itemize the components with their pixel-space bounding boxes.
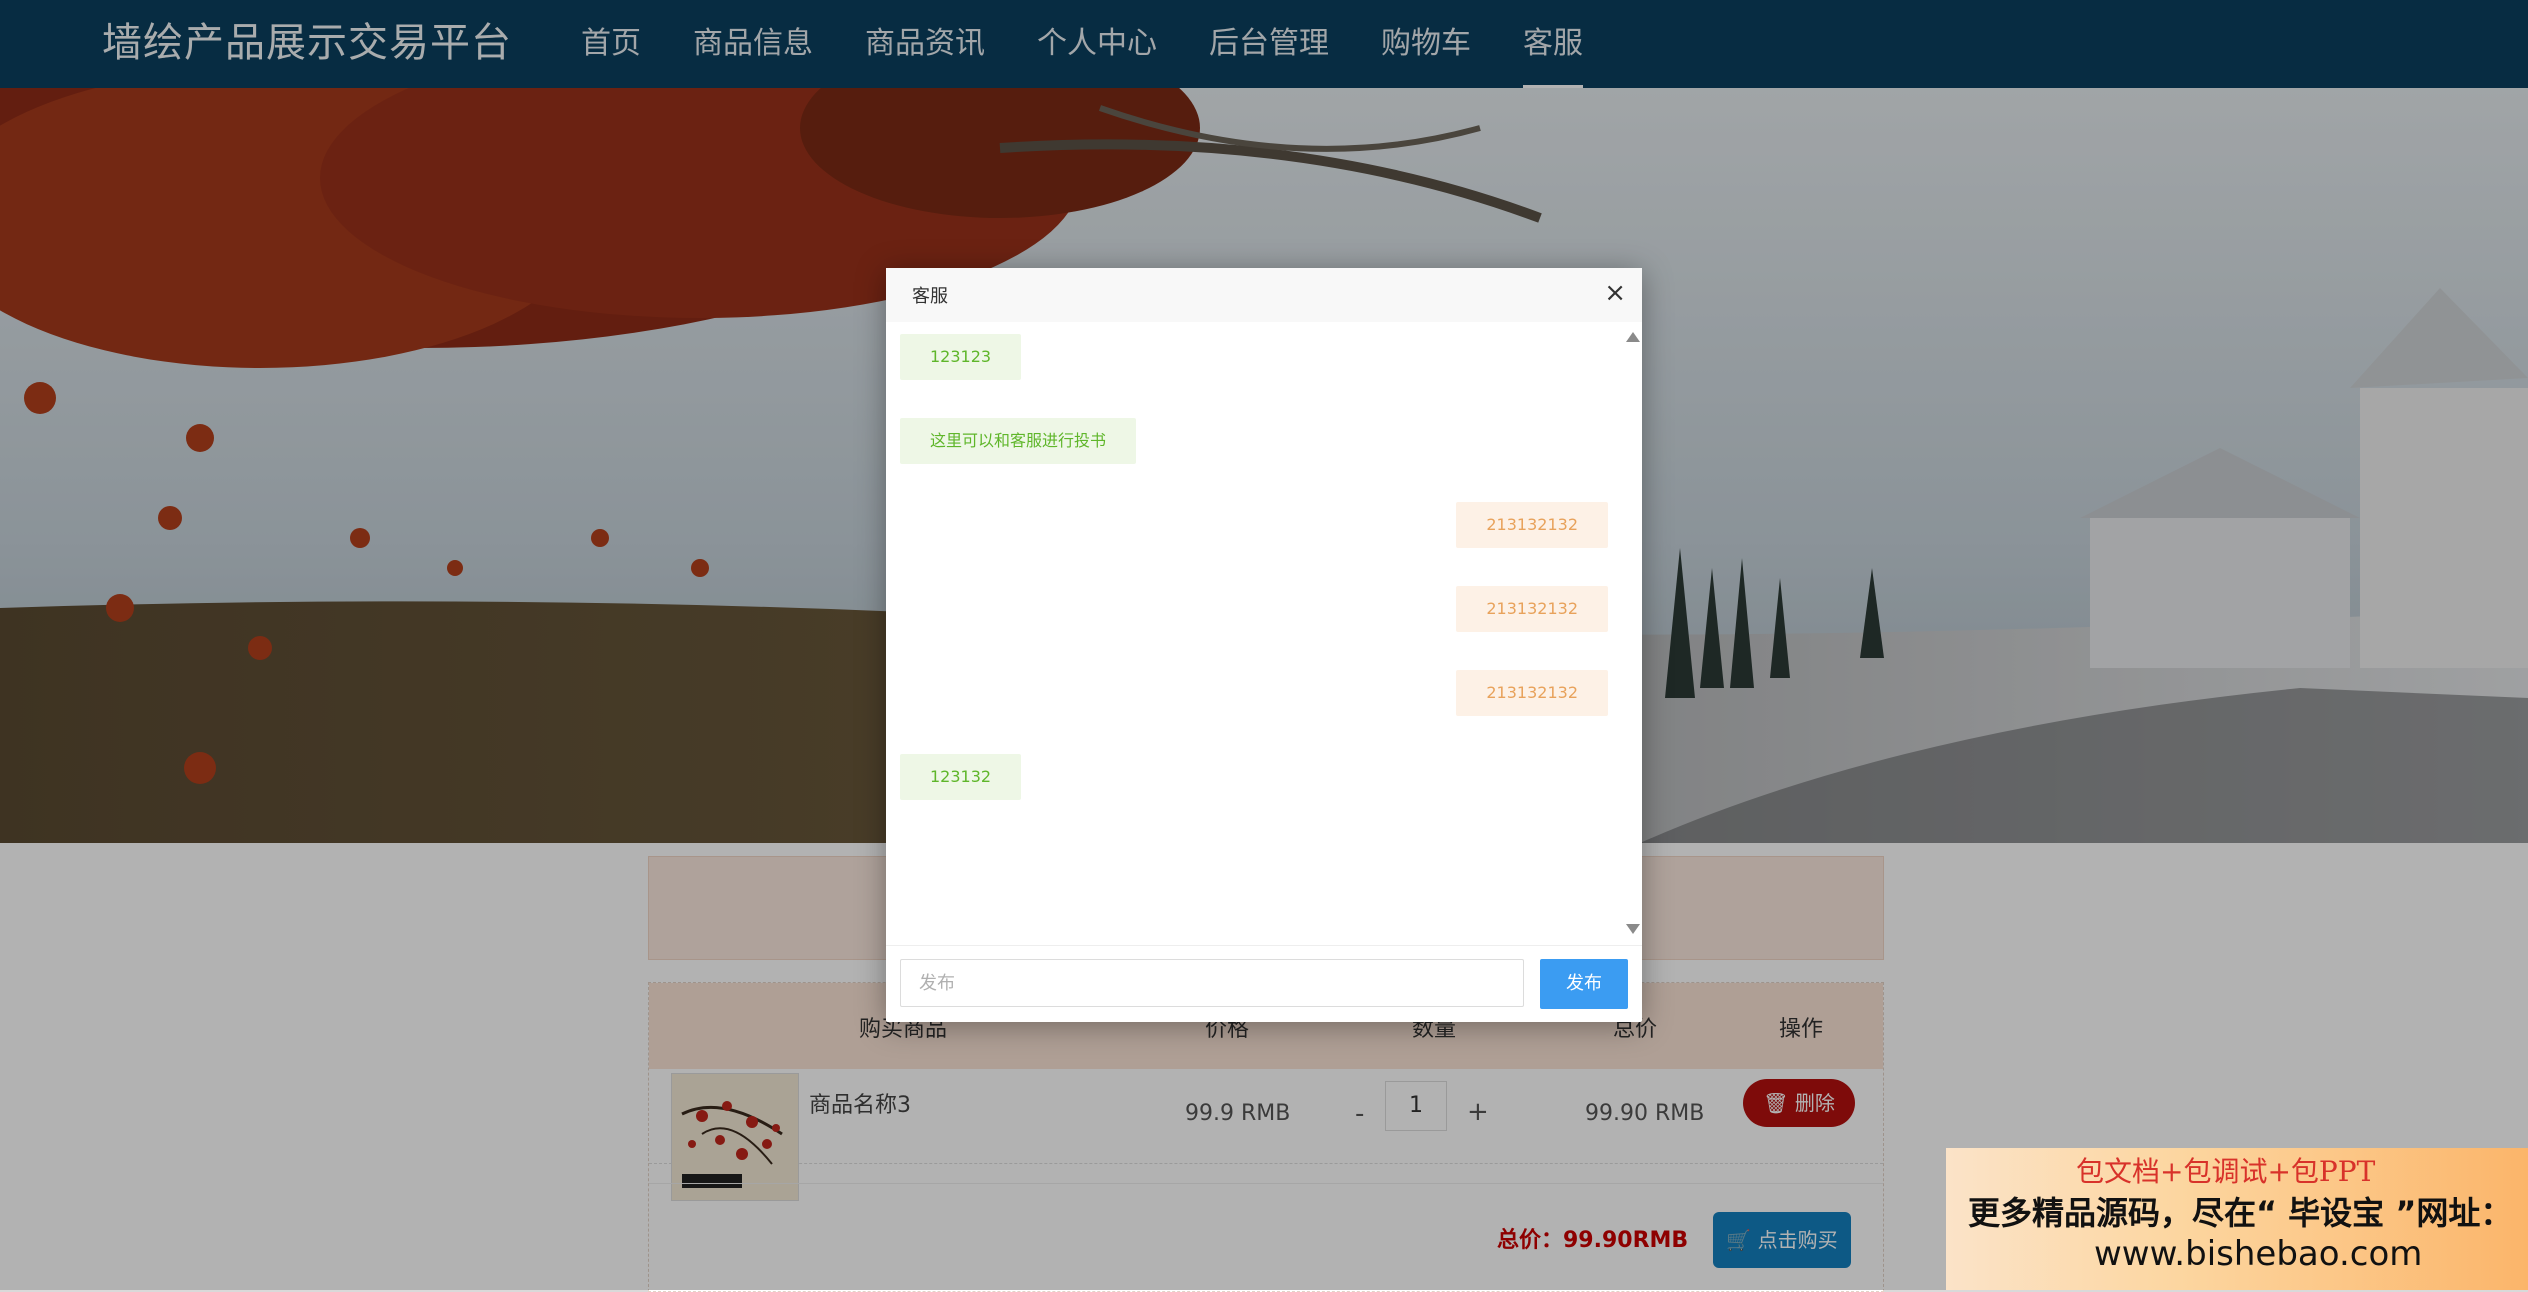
dialog-footer: 发布: [886, 945, 1642, 1023]
customer-service-dialog: 客服 × 123123 这里可以和客服进行投书 213132132 213132…: [886, 268, 1642, 1022]
scroll-up-arrow-icon[interactable]: [1626, 332, 1640, 342]
ad-line-1: 包文档+包调试+包PPT: [2076, 1155, 2376, 1188]
chat-message-list[interactable]: 123123 这里可以和客服进行投书 213132132 213132132 2…: [886, 322, 1642, 944]
chat-message-right: 213132132: [1456, 502, 1608, 548]
close-icon[interactable]: ×: [1604, 278, 1626, 308]
scroll-down-arrow-icon[interactable]: [1626, 924, 1640, 934]
chat-message-right: 213132132: [1456, 670, 1608, 716]
watermark-ad: 包文档+包调试+包PPT 更多精品源码，尽在“ 毕设宝 ”网址： www.bis…: [1946, 1148, 2528, 1290]
chat-message-right: 213132132: [1456, 586, 1608, 632]
dialog-header: 客服 ×: [886, 268, 1642, 323]
ad-line-2: 更多精品源码，尽在“ 毕设宝 ”网址：: [1968, 1194, 2513, 1232]
message-input[interactable]: [900, 959, 1524, 1007]
chat-message-left: 这里可以和客服进行投书: [900, 418, 1137, 464]
ad-line-3: www.bishebao.com: [2094, 1234, 2423, 1274]
chat-message-left: 123123: [900, 334, 1022, 380]
chat-message-left: 123132: [900, 754, 1022, 800]
send-button[interactable]: 发布: [1540, 959, 1628, 1009]
dialog-title: 客服: [912, 286, 948, 307]
